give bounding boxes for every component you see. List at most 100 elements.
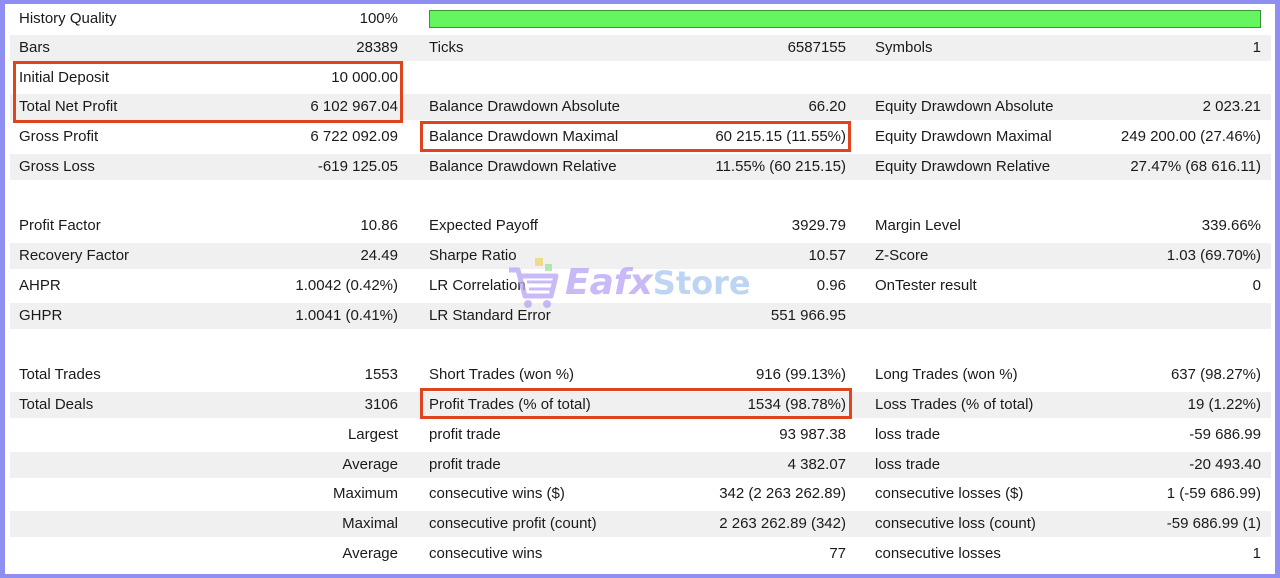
metric-value: 4 382.07 (787, 456, 846, 473)
metric-value: 0.96 (816, 277, 846, 294)
metric-value: 77 (829, 545, 846, 562)
metric-value: 19 (1.22%) (1187, 396, 1261, 413)
metric-value: 339.66% (1201, 217, 1261, 234)
metric-label: LR Standard Error (429, 307, 551, 324)
report-row: AHPR 1.0042 (0.42%) LR Correlation 0.96 OnTe… (10, 273, 1271, 299)
metric-value: -619 125.05 (317, 158, 398, 175)
metric-value: -59 686.99 (1189, 426, 1261, 443)
metric-value: -20 493.40 (1189, 456, 1261, 473)
report-row: Largest profit trade 93 987.38 loss trade -5… (10, 422, 1271, 448)
report-row: Gross Loss -619 125.05 Balance Drawdown Re… (10, 154, 1271, 180)
metric-label: Balance Drawdown Absolute (429, 98, 620, 115)
metric-value: 10.86 (360, 217, 398, 234)
metric-label: LR Correlation (429, 277, 526, 294)
metric-value: 3929.79 (791, 217, 846, 234)
report-row: Average consecutive wins 77 consecutive los… (10, 541, 1271, 567)
metric-label: Gross Loss (19, 158, 95, 175)
report-row: GHPR 1.0041 (0.41%) LR Standard Error 551 9… (10, 303, 1271, 329)
metric-label: consecutive profit (count) (429, 515, 597, 532)
metric-label: consecutive losses (875, 545, 1001, 562)
report-panel: History Quality 100% Bars 28389 Ticks 6587155… (5, 4, 1275, 574)
metric-value: 27.47% (68 616.11) (1130, 158, 1261, 175)
metric-value: 2 263 262.89 (342) (719, 515, 846, 532)
metric-label: profit trade (429, 456, 501, 473)
metric-value: 1.0041 (0.41%) (295, 307, 398, 324)
metric-label: Z-Score (875, 247, 929, 264)
metric-value: Maximal (342, 515, 398, 532)
metric-value: -59 686.99 (1) (1166, 515, 1261, 532)
report-row: Gross Profit 6 722 092.09 Balance Drawdown… (10, 124, 1271, 150)
metric-value: 6587155 (787, 39, 846, 56)
metric-value: 249 200.00 (27.46%) (1120, 128, 1261, 145)
metric-label: loss trade (875, 456, 941, 473)
report-row: Maximal consecutive profit (count) 2 263 2… (10, 511, 1271, 537)
metric-value: 1 (1252, 39, 1261, 56)
report-row: Average profit trade 4 382.07 loss trade -20… (10, 452, 1271, 478)
metric-label: History Quality (19, 10, 117, 27)
metric-value: Largest (347, 426, 398, 443)
metric-label: Total Deals (19, 396, 94, 413)
metric-label: Total Trades (19, 366, 101, 383)
metric-label: Recovery Factor (19, 247, 130, 264)
metric-label: OnTester result (875, 277, 977, 294)
metric-label: GHPR (19, 307, 63, 324)
metric-label: Margin Level (875, 217, 961, 234)
metric-value: 6 102 967.04 (310, 98, 398, 115)
metric-label: consecutive wins (429, 545, 543, 562)
report-row: Initial Deposit 10 000.00 (10, 65, 1271, 91)
report-row (10, 184, 1271, 210)
metric-label: Profit Factor (19, 217, 101, 234)
metric-value: Maximum (332, 485, 398, 502)
metric-label: Equity Drawdown Maximal (875, 128, 1052, 145)
report-row: Total Trades 1553 Short Trades (won %) 916 … (10, 362, 1271, 388)
metric-value: 100% (359, 10, 398, 27)
metric-label: consecutive loss (count) (875, 515, 1036, 532)
metric-label: Expected Payoff (429, 217, 538, 234)
metric-label: Profit Trades (% of total) (429, 396, 591, 413)
report-row: Recovery Factor 24.49 Sharpe Ratio 10.57 Z-S… (10, 243, 1271, 269)
metric-value: 3106 (364, 396, 398, 413)
metric-value: 28389 (356, 39, 398, 56)
metric-value: 637 (98.27%) (1170, 366, 1261, 383)
metric-label: Short Trades (won %) (429, 366, 575, 383)
metric-label: loss trade (875, 426, 941, 443)
metric-value: 1.03 (69.70%) (1166, 247, 1261, 264)
metric-value: 6 722 092.09 (310, 128, 398, 145)
metric-label: Balance Drawdown Maximal (429, 128, 619, 145)
metric-value: Average (342, 545, 398, 562)
metric-value: 10.57 (808, 247, 846, 264)
metric-label: Bars (19, 39, 50, 56)
metric-value: 1 (1252, 545, 1261, 562)
metric-value: 1.0042 (0.42%) (295, 277, 398, 294)
metric-label: Initial Deposit (19, 69, 110, 86)
metric-label: Total Net Profit (19, 98, 118, 115)
metric-label: Balance Drawdown Relative (429, 158, 617, 175)
report-row: Bars 28389 Ticks 6587155 Symbols 1 (10, 35, 1271, 61)
metric-label: Sharpe Ratio (429, 247, 517, 264)
metric-label: Equity Drawdown Absolute (875, 98, 1054, 115)
metric-value: 93 987.38 (779, 426, 846, 443)
metric-value: 11.55% (60 215.15) (715, 158, 846, 175)
metric-label: Equity Drawdown Relative (875, 158, 1051, 175)
metric-value: 60 215.15 (11.55%) (715, 128, 846, 145)
metric-value: 2 023.21 (1202, 98, 1261, 115)
metric-value: Average (342, 456, 398, 473)
metric-label: profit trade (429, 426, 501, 443)
metric-value: 10 000.00 (331, 69, 398, 86)
report-row: Maximum consecutive wins ($) 342 (2 263 26… (10, 481, 1271, 507)
metric-value: 1534 (98.78%) (747, 396, 846, 413)
history-quality-bar (429, 10, 1261, 28)
report-row (10, 332, 1271, 358)
metric-value: 1553 (364, 366, 398, 383)
metric-label: Symbols (875, 39, 933, 56)
metric-label: consecutive losses ($) (875, 485, 1024, 502)
report-row: Total Net Profit 6 102 967.04 Balance Draw… (10, 94, 1271, 120)
metric-label: Ticks (429, 39, 464, 56)
metric-value: 66.20 (808, 98, 846, 115)
report-row: Profit Factor 10.86 Expected Payoff 3929.79… (10, 213, 1271, 239)
metric-label: Long Trades (won %) (875, 366, 1018, 383)
metric-value: 0 (1252, 277, 1261, 294)
metric-value: 551 966.95 (770, 307, 846, 324)
metric-label: Gross Profit (19, 128, 99, 145)
metric-label: Loss Trades (% of total) (875, 396, 1034, 413)
